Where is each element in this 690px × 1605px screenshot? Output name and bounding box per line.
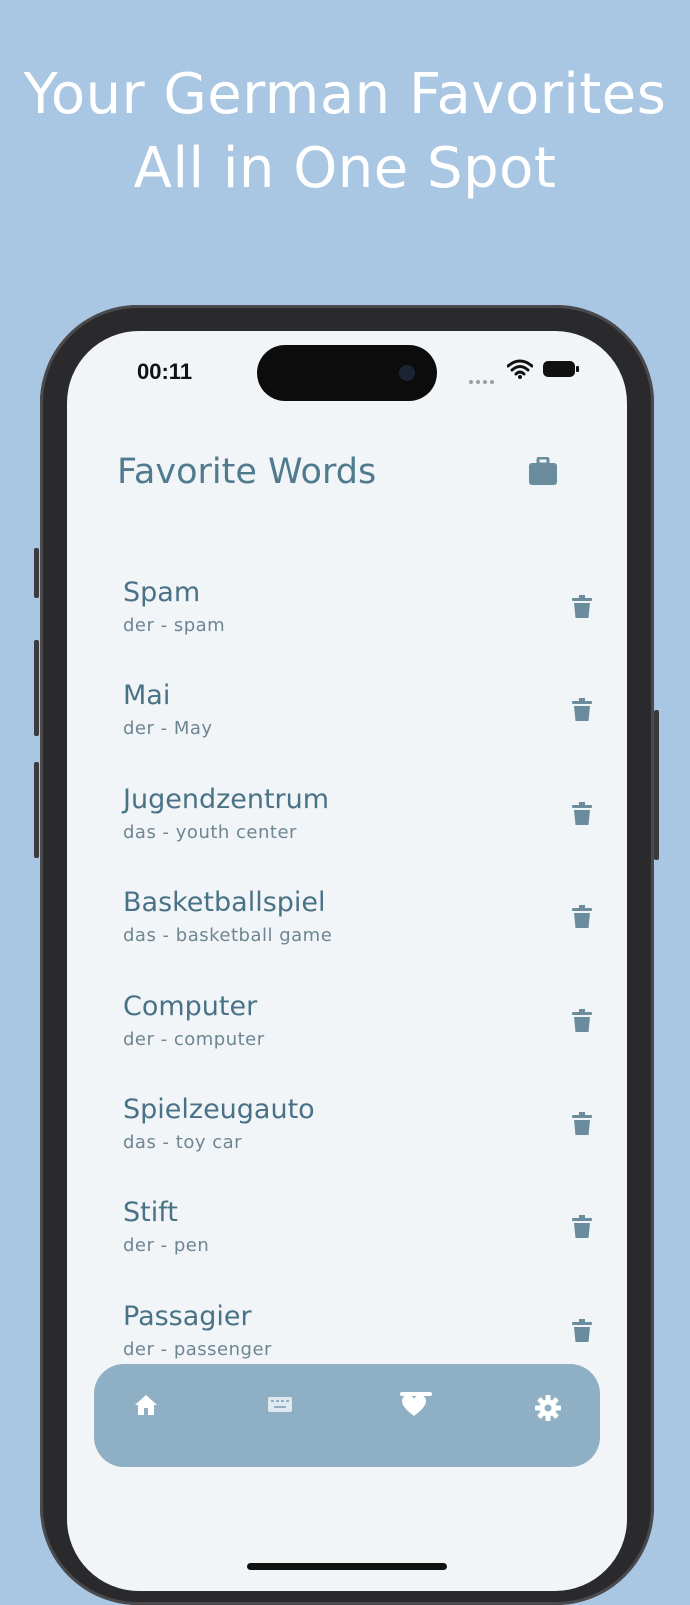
cellular-signal-icon (469, 369, 499, 384)
keyboard-icon (268, 1397, 292, 1412)
heart-icon (402, 1395, 426, 1416)
trash-icon[interactable] (571, 1319, 593, 1343)
tab-keyboard[interactable] (258, 1394, 302, 1438)
phone-screen: 00:11 Favorite Words Spam der - spam Mai… (67, 331, 627, 1591)
trash-icon[interactable] (571, 905, 593, 929)
word-term: Spam (123, 577, 201, 608)
headline-line-1: Your German Favorites (23, 62, 667, 127)
volume-up-button (34, 640, 39, 736)
word-definition: der - passenger (123, 1339, 272, 1360)
status-time: 00:11 (137, 359, 193, 384)
gear-icon (535, 1395, 561, 1421)
word-term: Stift (123, 1197, 178, 1228)
home-icon (135, 1395, 157, 1415)
power-button (654, 710, 659, 860)
word-definition: der - computer (123, 1029, 265, 1050)
word-term: Basketballspiel (123, 887, 326, 918)
word-definition: der - spam (123, 615, 226, 636)
word-definition: der - May (123, 718, 213, 739)
list-item[interactable]: Jugendzentrum das - youth center (123, 784, 603, 864)
word-term: Mai (123, 680, 171, 711)
dynamic-island (257, 345, 437, 401)
word-definition: das - basketball game (123, 925, 333, 946)
trash-icon[interactable] (571, 698, 593, 722)
home-indicator[interactable] (247, 1563, 447, 1570)
list-item[interactable]: Mai der - May (123, 680, 603, 760)
bottom-tab-bar (94, 1364, 600, 1467)
trash-icon[interactable] (571, 1215, 593, 1239)
word-term: Spielzeugauto (123, 1094, 315, 1125)
tab-favorites[interactable] (392, 1394, 436, 1438)
briefcase-icon[interactable] (527, 457, 559, 487)
headline-line-2: All in One Spot (133, 136, 557, 201)
list-item[interactable]: Computer der - computer (123, 991, 603, 1071)
tab-home[interactable] (124, 1394, 168, 1438)
list-item[interactable]: Basketballspiel das - basketball game (123, 887, 603, 967)
list-item[interactable]: Spielzeugauto das - toy car (123, 1094, 603, 1174)
word-term: Jugendzentrum (123, 784, 330, 815)
volume-down-button (34, 762, 39, 858)
word-definition: das - youth center (123, 822, 297, 843)
trash-icon[interactable] (571, 595, 593, 619)
trash-icon[interactable] (571, 1112, 593, 1136)
word-term: Passagier (123, 1301, 252, 1332)
camera-icon (399, 365, 415, 381)
tab-settings[interactable] (526, 1394, 570, 1438)
wifi-icon (507, 359, 533, 379)
page-title: Favorite Words (117, 452, 377, 492)
word-term: Computer (123, 991, 258, 1022)
trash-icon[interactable] (571, 802, 593, 826)
action-button (34, 548, 39, 598)
trash-icon[interactable] (571, 1009, 593, 1033)
list-item[interactable]: Stift der - pen (123, 1197, 603, 1277)
word-definition: das - toy car (123, 1132, 243, 1153)
word-definition: der - pen (123, 1235, 210, 1256)
battery-icon (543, 361, 579, 377)
promo-headline: Your German Favorites All in One Spot (0, 58, 690, 206)
list-item[interactable]: Spam der - spam (123, 577, 603, 657)
